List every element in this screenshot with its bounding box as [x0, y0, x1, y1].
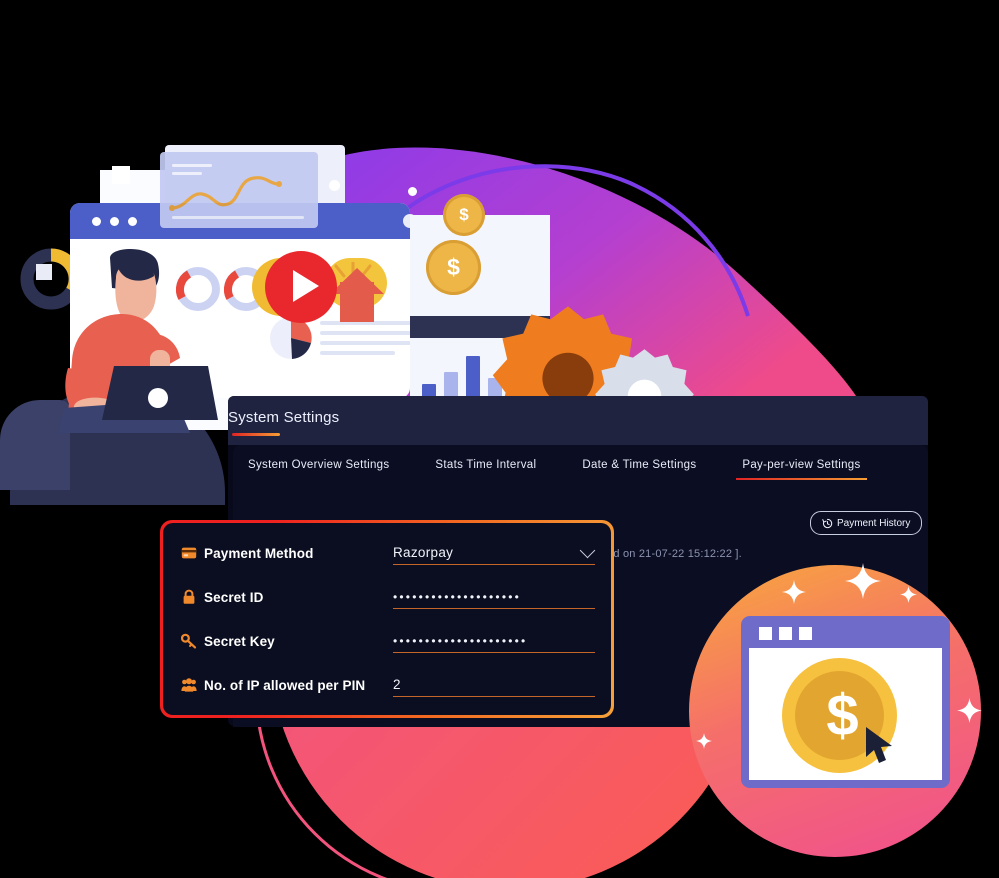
bar — [466, 356, 480, 400]
payment-method-value: Razorpay — [393, 545, 454, 560]
users-icon — [181, 678, 197, 692]
history-icon — [822, 518, 833, 528]
secret-id-label: Secret ID — [204, 589, 264, 605]
ip-per-pin-label-group: No. of IP allowed per PIN — [181, 677, 393, 693]
text-line — [320, 321, 412, 325]
burst-lines-icon — [334, 262, 372, 278]
browser-dot — [110, 217, 119, 226]
field-row-payment-method: Payment Method Razorpay — [181, 533, 596, 573]
illustration-sofa-arm — [0, 400, 70, 490]
field-row-ip-per-pin: No. of IP allowed per PIN 2 — [181, 665, 595, 705]
up-arrow-head — [330, 268, 384, 294]
illustration-white-panel — [100, 170, 230, 430]
purple-pink-wave-shape — [300, 147, 860, 410]
decorative-dot — [408, 187, 417, 196]
payment-settings-card: Payment Method Razorpay Secret ID ••••••… — [160, 520, 614, 718]
ip-per-pin-value: 2 — [393, 677, 401, 692]
payment-method-label-group: Payment Method — [181, 545, 393, 561]
card-line — [172, 164, 212, 167]
tab-date-time-settings[interactable]: Date & Time Settings — [582, 459, 696, 480]
credit-card-icon — [181, 547, 197, 559]
cursor-icon — [866, 727, 892, 763]
ip-per-pin-input[interactable]: 2 — [393, 674, 595, 697]
payment-method-label: Payment Method — [204, 545, 314, 561]
pie-chart-icon — [270, 317, 312, 359]
donut-chart-icon — [20, 248, 82, 310]
lock-icon — [183, 589, 195, 604]
sparkle-icon — [845, 563, 881, 599]
secret-id-value: •••••••••••••••••••• — [393, 589, 522, 604]
field-row-secret-key: Secret Key ••••••••••••••••••••• — [181, 621, 595, 661]
coin-symbol: $ — [447, 254, 460, 280]
secret-id-input[interactable]: •••••••••••••••••••• — [393, 586, 595, 609]
sparkle-icon — [696, 733, 712, 749]
text-line — [320, 351, 395, 355]
up-arrow-stem — [340, 282, 374, 322]
decorative-dot — [329, 180, 340, 191]
illustration-right-panel-bar — [410, 316, 550, 338]
secret-key-label-group: Secret Key — [181, 633, 393, 649]
donut-chart-small-icon — [176, 267, 220, 311]
tab-system-overview-settings[interactable]: System Overview Settings — [248, 459, 389, 480]
field-row-secret-id: Secret ID •••••••••••••••••••• — [181, 577, 595, 617]
coin-icon: $ — [443, 194, 485, 236]
badge-window-square — [759, 627, 772, 640]
tab-stats-time-interval[interactable]: Stats Time Interval — [435, 459, 536, 480]
key-icon — [181, 633, 197, 649]
title-underline — [232, 433, 280, 436]
play-button-icon — [265, 251, 337, 323]
illustration-white-panel-top — [165, 145, 345, 265]
chevron-down-icon — [579, 542, 596, 558]
badge-coin-symbol: $ — [826, 683, 859, 748]
donut-chart-small-icon — [224, 267, 268, 311]
illustration-browser-titlebar — [70, 203, 410, 239]
floating-line-chart-card — [160, 152, 318, 228]
coin-symbol: $ — [459, 205, 469, 224]
decorative-square — [112, 166, 130, 184]
badge-window-square — [799, 627, 812, 640]
secret-id-label-group: Secret ID — [181, 589, 393, 605]
ip-per-pin-label: No. of IP allowed per PIN — [204, 677, 366, 693]
purple-arc-stroke — [330, 164, 750, 317]
payment-method-select[interactable]: Razorpay — [393, 542, 596, 565]
coin-icon: $ — [426, 240, 481, 295]
decorative-dot — [403, 214, 417, 228]
text-line — [320, 331, 412, 335]
sparkle-icon — [782, 580, 806, 604]
page-title: System Settings — [228, 409, 340, 426]
browser-dot — [92, 217, 101, 226]
secret-key-value: ••••••••••••••••••••• — [393, 633, 528, 648]
secret-key-input[interactable]: ••••••••••••••••••••• — [393, 630, 595, 653]
tab-pay-per-view-settings[interactable]: Pay-per-view Settings — [736, 459, 867, 480]
sparkle-icon — [900, 586, 917, 603]
line-chart-icon — [169, 176, 282, 211]
badge-window-square — [779, 627, 792, 640]
yellow-ellipse-shape — [252, 258, 318, 316]
mini-bar-chart — [418, 348, 538, 400]
browser-dot — [128, 217, 137, 226]
illustration-right-panel — [410, 215, 550, 400]
text-line — [320, 341, 412, 345]
illustration-sofa — [10, 385, 225, 505]
card-line — [172, 216, 304, 219]
play-triangle-icon — [293, 270, 319, 302]
screenshot-root: $ $ System Settings System Overview Sett… — [0, 0, 999, 878]
settings-tabs: System Overview Settings Stats Time Inte… — [248, 459, 867, 489]
payment-history-button[interactable]: Payment History — [810, 511, 923, 535]
speech-bubble-shape — [325, 258, 387, 308]
illustration-browser-window — [70, 203, 412, 398]
secret-key-label: Secret Key — [204, 633, 275, 649]
payment-history-label: Payment History — [837, 517, 911, 529]
card-line — [172, 172, 202, 175]
sparkle-icon — [957, 698, 982, 723]
